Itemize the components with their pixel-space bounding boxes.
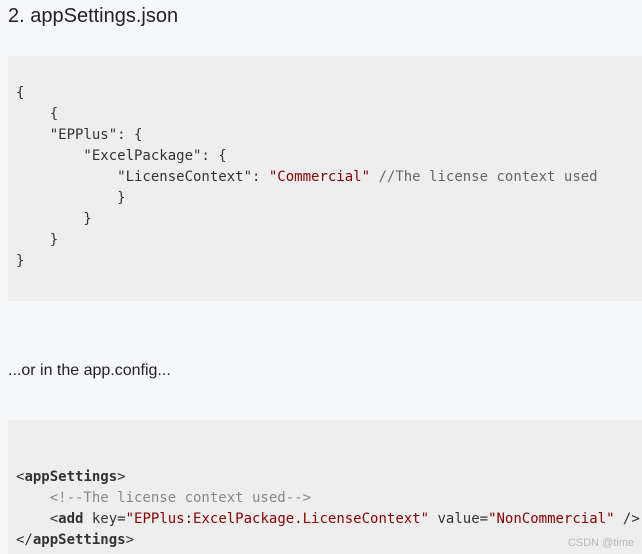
- body-paragraph: ...or in the app.config...: [8, 362, 171, 379]
- code-line: <appSettings>: [16, 467, 642, 488]
- json-code-block[interactable]: { { "EPPlus": { "ExcelPackage": { "Licen…: [8, 56, 642, 301]
- json-string-value: "Commercial": [268, 169, 371, 185]
- xml-attr-name: value=: [429, 511, 489, 527]
- code-line: "EPPlus": {: [16, 127, 143, 143]
- xml-bracket: <: [16, 511, 59, 527]
- watermark: CSDN @time: [567, 537, 634, 549]
- code-line: "LicenseContext": "Commercial" //The lic…: [16, 167, 642, 188]
- xml-tag-name: appSettings: [32, 532, 126, 548]
- xml-attr-value: "EPPlus:ExcelPackage.LicenseContext": [125, 511, 430, 527]
- xml-code-block[interactable]: <appSettings> <!--The license context us…: [8, 420, 642, 554]
- xml-bracket: />: [614, 511, 640, 527]
- xml-bracket: </: [16, 532, 33, 548]
- code-comment: //The license context used: [370, 169, 598, 185]
- code-line: "ExcelPackage": {: [16, 148, 227, 164]
- xml-tag-name: appSettings: [24, 469, 118, 485]
- xml-attr-name: key=: [83, 511, 126, 527]
- xml-attr-value: "NonCommercial": [488, 511, 615, 527]
- code-line: }: [16, 232, 59, 248]
- code-line: <add key="EPPlus:ExcelPackage.LicenseCon…: [16, 509, 642, 530]
- code-line: }: [16, 253, 25, 269]
- code-line: {: [16, 106, 59, 122]
- xml-bracket: >: [117, 469, 126, 485]
- code-line: }: [16, 190, 126, 206]
- code-line: <!--The license context used-->: [16, 488, 642, 509]
- code-line: }: [16, 211, 92, 227]
- code-line: </appSettings>: [16, 530, 642, 551]
- xml-comment: <!--The license context used-->: [49, 490, 312, 506]
- json-key: "LicenseContext":: [16, 169, 269, 185]
- section-heading: 2. appSettings.json: [8, 5, 179, 27]
- xml-bracket: >: [125, 532, 135, 548]
- xml-tag-name: add: [58, 511, 84, 527]
- code-line: {: [16, 85, 25, 101]
